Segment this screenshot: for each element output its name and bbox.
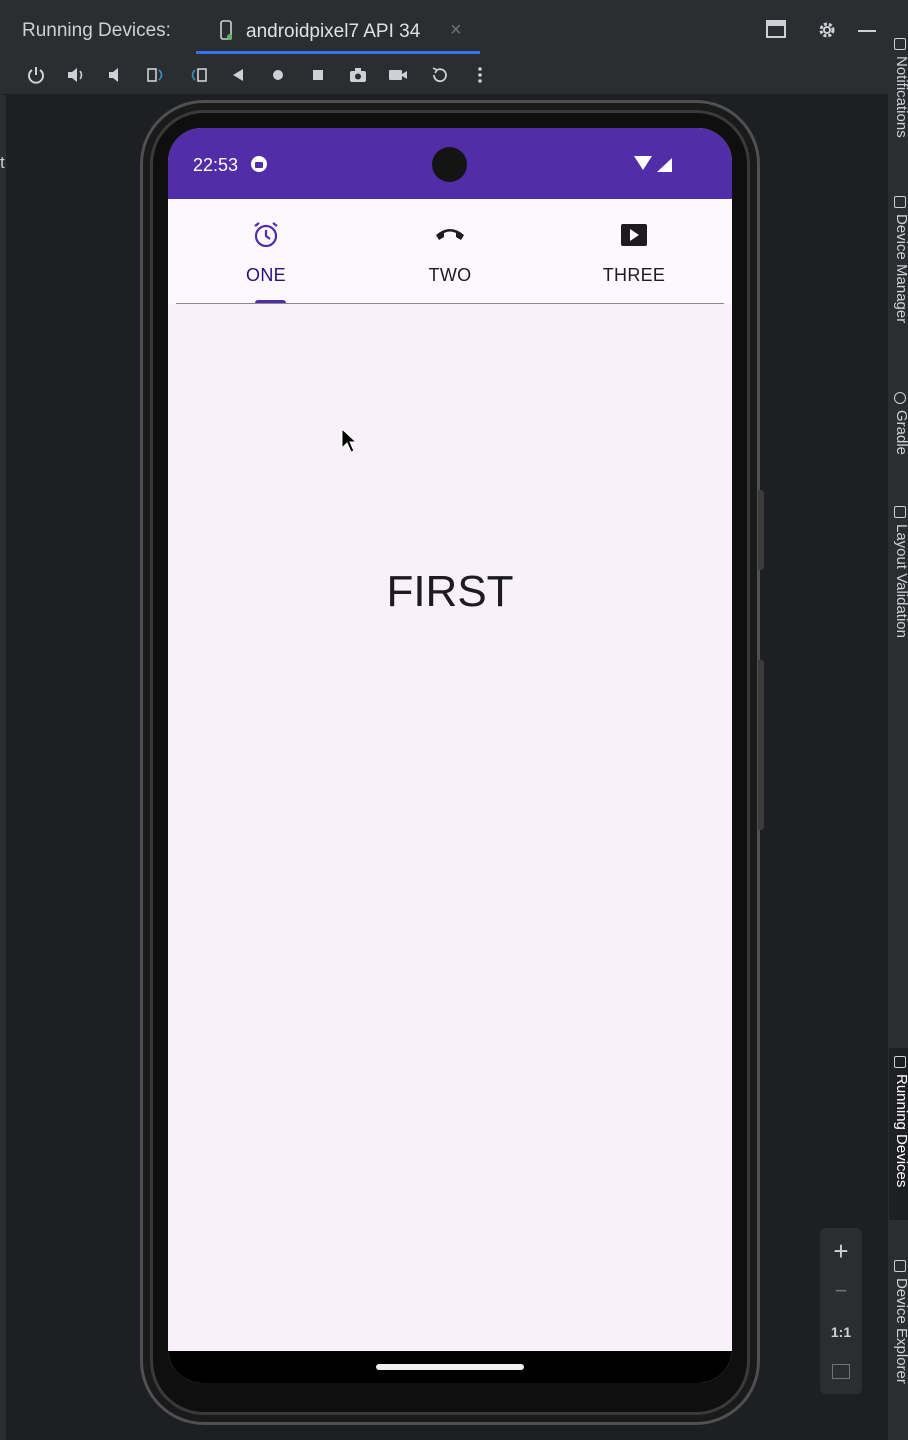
zoom-in-button[interactable]: + [820, 1236, 862, 1267]
page-text: FIRST [386, 567, 514, 616]
running-devices-icon [894, 1056, 906, 1068]
overview-icon[interactable] [308, 65, 328, 85]
power-icon[interactable] [26, 65, 46, 85]
minimize-icon[interactable] [858, 30, 876, 32]
front-camera [432, 147, 467, 182]
zoom-out-button[interactable]: − [820, 1278, 862, 1304]
device-icon [220, 20, 232, 40]
tool-device-explorer[interactable]: Device Explorer [893, 1278, 908, 1384]
panel-title: Running Devices: [22, 20, 171, 41]
tab-one-label: ONE [246, 265, 286, 285]
window-layout-icon[interactable] [766, 20, 786, 38]
more-icon[interactable] [470, 65, 490, 85]
layout-validation-icon [894, 506, 906, 518]
back-icon[interactable] [228, 65, 248, 85]
alarm-icon [254, 222, 278, 248]
zoom-fit-icon[interactable] [832, 1364, 850, 1379]
gradle-icon [894, 392, 906, 404]
cell-signal-icon [657, 158, 672, 172]
rotate-left-icon[interactable] [146, 65, 166, 85]
left-panel-edge: t [0, 95, 6, 1440]
gear-icon[interactable] [817, 20, 837, 40]
notifications-icon [894, 38, 906, 50]
tab-two[interactable]: TWO [356, 199, 544, 303]
wifi-icon [634, 156, 652, 170]
tab-three-label: THREE [602, 265, 666, 285]
running-devices-header: Running Devices: androidpixel7 API 34 × [0, 0, 908, 57]
phone-icon [436, 229, 464, 240]
volume-up-icon[interactable] [66, 65, 86, 85]
page-content[interactable]: FIRST [168, 304, 732, 1351]
tool-notifications[interactable]: Notifications [893, 56, 908, 138]
home-gesture-handle[interactable] [376, 1364, 524, 1370]
zoom-actual-size-button[interactable]: 1:1 [820, 1324, 862, 1340]
volume-down-icon[interactable] [106, 65, 126, 85]
left-edge-text: t [0, 153, 5, 172]
tab-bar: ONE TWO THREE [168, 199, 732, 303]
screenshot-icon[interactable] [348, 65, 368, 85]
screen-record-icon[interactable] [388, 65, 408, 85]
gesture-nav-bar [168, 1351, 732, 1383]
close-tab-icon[interactable]: × [450, 19, 462, 42]
emulator-toolbar [0, 56, 908, 95]
reset-icon[interactable] [430, 65, 450, 85]
status-bar: 22:53 [168, 128, 732, 199]
tab-one[interactable]: ONE [172, 199, 360, 303]
tab-three[interactable]: THREE [540, 199, 728, 303]
tab-two-label: TWO [428, 265, 472, 285]
device-explorer-icon [894, 1260, 906, 1272]
rotate-right-icon[interactable] [188, 65, 208, 85]
zoom-controls: + − 1:1 [820, 1228, 862, 1394]
phone-screen[interactable]: 22:53 ONE TWO THREE FIRST [168, 128, 732, 1383]
device-tab[interactable]: androidpixel7 API 34 × [196, 10, 480, 54]
power-button [758, 490, 764, 570]
tool-layout-validation[interactable]: Layout Validation [893, 524, 908, 638]
status-clock: 22:53 [193, 155, 239, 175]
tool-gradle[interactable]: Gradle [893, 410, 908, 455]
device-tab-label: androidpixel7 API 34 [246, 21, 421, 42]
play-icon [621, 224, 647, 246]
notification-icon [251, 156, 267, 172]
device-manager-icon [894, 196, 906, 208]
volume-rocker [758, 660, 764, 830]
home-icon[interactable] [268, 65, 288, 85]
tool-device-manager[interactable]: Device Manager [893, 214, 908, 323]
tool-running-devices[interactable]: Running Devices [893, 1074, 908, 1187]
mouse-cursor-icon [341, 428, 357, 453]
